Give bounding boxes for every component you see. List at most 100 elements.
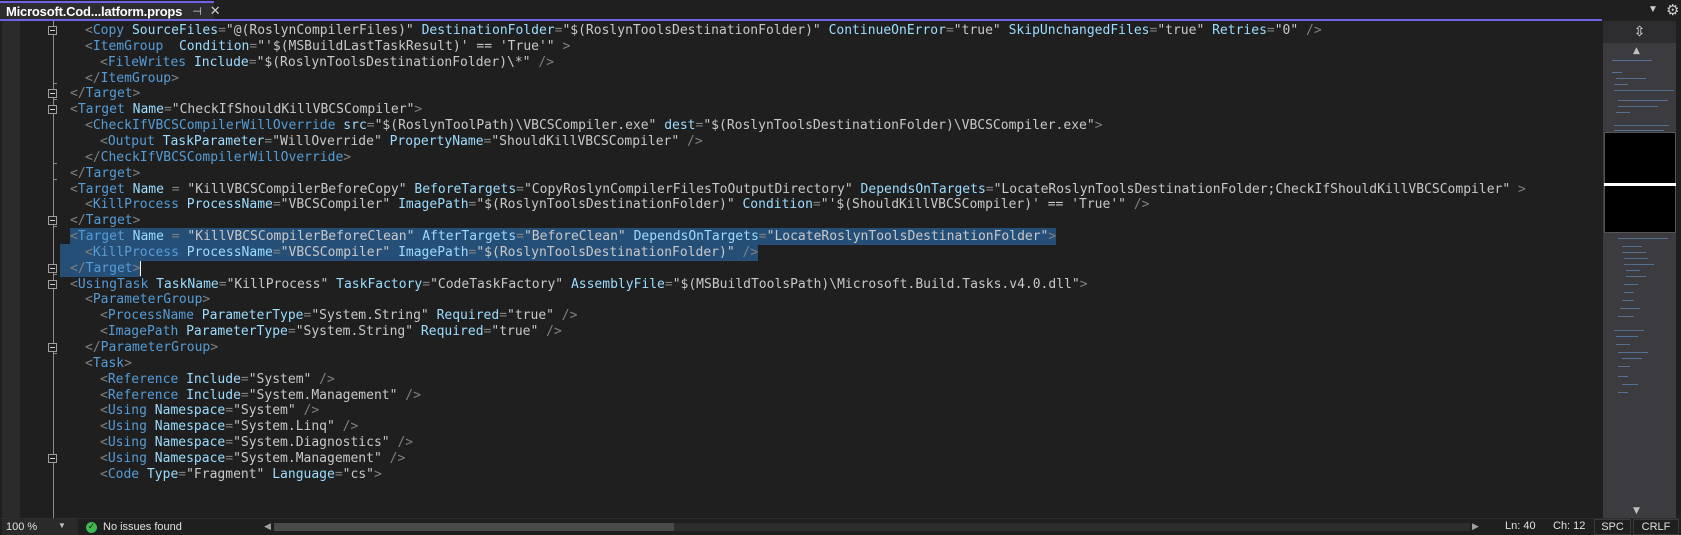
- document-tab[interactable]: Microsoft.Cod...latform.props ⊣ ✕: [0, 1, 221, 19]
- line-number[interactable]: Ln: 40: [1505, 520, 1536, 532]
- code-line[interactable]: <Using Namespace="System.Linq" />: [100, 418, 358, 435]
- split-window-icon[interactable]: ⇳: [1603, 21, 1676, 43]
- attribute-name: SourceFiles: [131, 23, 219, 38]
- code-line[interactable]: <Output TaskParameter="WillOverride" Pro…: [100, 133, 703, 150]
- whitespace-mode[interactable]: SPC: [1594, 519, 1631, 535]
- minimap-line: [1612, 60, 1652, 61]
- punctuation: >: [343, 149, 352, 165]
- attribute-name: DestinationFolder: [421, 23, 555, 38]
- attribute-name: ProcessName: [186, 197, 273, 213]
- minimap-line: [1614, 330, 1644, 331]
- punctuation: />: [334, 419, 359, 435]
- tag-name: Reference: [107, 371, 179, 387]
- code-editor[interactable]: <Copy SourceFiles="@(RoslynCompilerFiles…: [60, 21, 1602, 518]
- code-line[interactable]: <Using Namespace="System" />: [100, 402, 319, 419]
- punctuation: =: [225, 403, 234, 419]
- fold-toggle-icon[interactable]: [48, 105, 57, 115]
- scroll-down-icon[interactable]: ▼: [1633, 506, 1640, 516]
- horizontal-scroll-thumb[interactable]: [274, 523, 674, 531]
- punctuation: <: [85, 244, 93, 260]
- code-line[interactable]: <ItemGroup Condition="'$(MSBuildLastTask…: [85, 38, 570, 55]
- fold-toggle-icon[interactable]: [48, 89, 57, 99]
- status-bar: 100 % ▼ ✓ No issues found ◀ ▶ Ln: 40 Ch:…: [0, 518, 1681, 535]
- code-line[interactable]: </Target>: [70, 212, 140, 229]
- code-line[interactable]: <Using Namespace="System.Diagnostics" />: [100, 434, 413, 451]
- punctuation: />: [311, 371, 335, 387]
- attribute-name: TaskFactory: [336, 276, 423, 292]
- attribute-value: [563, 277, 571, 292]
- fold-toggle-icon[interactable]: [48, 279, 57, 289]
- fold-end-tick: [53, 83, 57, 85]
- tag-name: Reference: [107, 387, 179, 403]
- code-line[interactable]: </Target>: [70, 85, 140, 102]
- code-line[interactable]: <Task>: [85, 355, 132, 372]
- code-line[interactable]: <Copy SourceFiles="@(RoslynCompilerFiles…: [85, 22, 1322, 39]
- code-line[interactable]: <Reference Include="System.Management" /…: [100, 387, 421, 404]
- tag-name: ParameterGroup: [92, 292, 203, 308]
- tag-name: Target: [77, 229, 125, 245]
- minimap-line: [1618, 100, 1668, 101]
- fold-toggle-icon[interactable]: [48, 216, 57, 226]
- punctuation: >: [1510, 181, 1526, 197]
- tab-title: Microsoft.Cod...latform.props: [6, 3, 183, 19]
- code-line[interactable]: <UsingTask TaskName="KillProcess" TaskFa…: [70, 276, 1088, 293]
- close-icon[interactable]: ✕: [210, 3, 221, 19]
- code-line[interactable]: <Code Type="Fragment" Language="cs">: [100, 466, 382, 483]
- zoom-dropdown[interactable]: 100 % ▼: [2, 519, 78, 535]
- attribute-name: PropertyName: [389, 133, 484, 149]
- gear-icon[interactable]: ⚙: [1666, 1, 1679, 19]
- code-line[interactable]: <Target Name = "KillVBCSCompilerBeforeCl…: [70, 228, 1056, 245]
- attribute-name: Type: [146, 466, 179, 482]
- attribute-value: "$(RoslynToolsDestinationFolder)": [476, 197, 735, 213]
- code-line[interactable]: </CheckIfVBCSCompilerWillOverride>: [85, 149, 351, 166]
- punctuation: >: [202, 292, 211, 308]
- attribute-value: "$(RoslynToolPath)\VBCSCompiler.exe": [374, 118, 657, 134]
- code-line[interactable]: <Target Name="CheckIfShouldKillVBCSCompi…: [70, 101, 422, 118]
- line-ending[interactable]: CRLF: [1633, 519, 1679, 535]
- fold-toggle-icon[interactable]: [48, 263, 57, 273]
- fold-toggle-icon[interactable]: [48, 343, 57, 352]
- code-line[interactable]: <Target Name = "KillVBCSCompilerBeforeCo…: [70, 181, 1526, 198]
- fold-end-tick: [53, 352, 57, 354]
- issues-indicator[interactable]: ✓ No issues found: [86, 519, 182, 535]
- scroll-right-icon[interactable]: ▶: [1472, 521, 1479, 532]
- code-line[interactable]: <CheckIfVBCSCompilerWillOverride src="$(…: [85, 117, 1103, 134]
- attribute-value: [194, 308, 202, 323]
- code-line[interactable]: <KillProcess ProcessName="VBCSCompiler" …: [85, 196, 1149, 213]
- punctuation: >: [171, 70, 179, 86]
- fold-toggle-icon[interactable]: [48, 453, 57, 463]
- chevron-down-icon[interactable]: ▼: [1648, 4, 1658, 15]
- punctuation: <: [100, 403, 108, 419]
- punctuation: =: [272, 244, 281, 260]
- code-line[interactable]: <ParameterGroup>: [85, 291, 210, 308]
- attribute-name: Required: [436, 308, 500, 324]
- fold-toggle-icon[interactable]: [48, 26, 57, 35]
- code-line[interactable]: <ProcessName ParameterType = "System.Strin…: [100, 307, 577, 324]
- text-caret: [140, 260, 142, 276]
- code-line[interactable]: <ImagePath ParameterType="System.String"…: [100, 323, 562, 340]
- scroll-up-icon[interactable]: ▲: [1633, 46, 1640, 56]
- code-line[interactable]: </Target>: [70, 165, 140, 182]
- code-line[interactable]: </ParameterGroup>: [85, 339, 218, 356]
- attribute-value: [328, 277, 336, 292]
- code-line[interactable]: <FileWrites Include="$(RoslynToolsDestin…: [100, 54, 554, 71]
- attribute-value: [147, 403, 155, 418]
- minimap-line: [1614, 130, 1664, 131]
- code-line[interactable]: <KillProcess ProcessName="VBCSCompiler" …: [85, 244, 758, 261]
- code-line[interactable]: </Target>: [70, 260, 142, 277]
- punctuation: =: [248, 54, 257, 70]
- punctuation: />: [397, 387, 421, 403]
- char-number[interactable]: Ch: 12: [1553, 520, 1585, 532]
- attribute-name: Required: [420, 324, 484, 340]
- code-line[interactable]: </ItemGroup>: [85, 70, 179, 87]
- code-line[interactable]: <Using Namespace="System.Management" />: [100, 450, 405, 467]
- minimap-line: [1618, 106, 1658, 107]
- attribute-value: [179, 197, 187, 212]
- attribute-value: [147, 419, 155, 434]
- attribute-name: src: [343, 118, 367, 134]
- pin-icon[interactable]: ⊣: [192, 5, 202, 18]
- code-line[interactable]: <Reference Include="System" />: [100, 371, 335, 388]
- scroll-left-icon[interactable]: ◀: [264, 521, 271, 532]
- tag-name: KillProcess: [92, 244, 179, 260]
- punctuation: <: [85, 197, 93, 213]
